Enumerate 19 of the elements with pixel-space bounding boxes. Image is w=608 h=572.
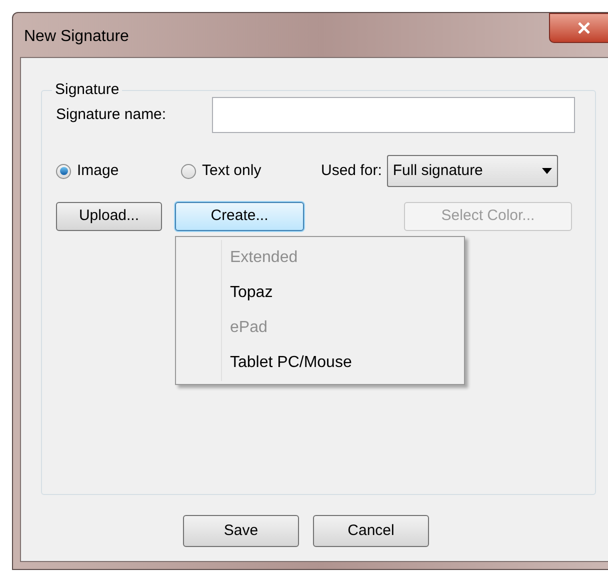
menu-item[interactable]: Topaz — [176, 275, 464, 310]
footer-button[interactable]: Save — [183, 515, 299, 547]
close-button[interactable] — [549, 13, 608, 43]
radio-button[interactable] — [56, 164, 71, 178]
menu-item[interactable]: Tablet PC/Mouse — [176, 345, 464, 380]
action-button[interactable]: Create... — [175, 202, 304, 231]
used-for-dropdown[interactable]: Full signature — [386, 155, 558, 187]
window-title: New Signature — [24, 27, 129, 47]
signature-name-label: Signature name: — [56, 104, 168, 125]
used-for-label: Used for: — [321, 160, 382, 181]
signature-name-field[interactable] — [212, 97, 575, 133]
footer-button[interactable]: Cancel — [313, 515, 429, 547]
caret-icon — [542, 168, 552, 174]
group-legend: Signature — [52, 81, 122, 99]
radio-label: Text only — [202, 160, 262, 181]
radio-button[interactable] — [181, 164, 196, 178]
close-icon — [577, 22, 591, 34]
radio-label: Image — [77, 160, 119, 181]
action-button[interactable]: Upload... — [56, 202, 162, 231]
